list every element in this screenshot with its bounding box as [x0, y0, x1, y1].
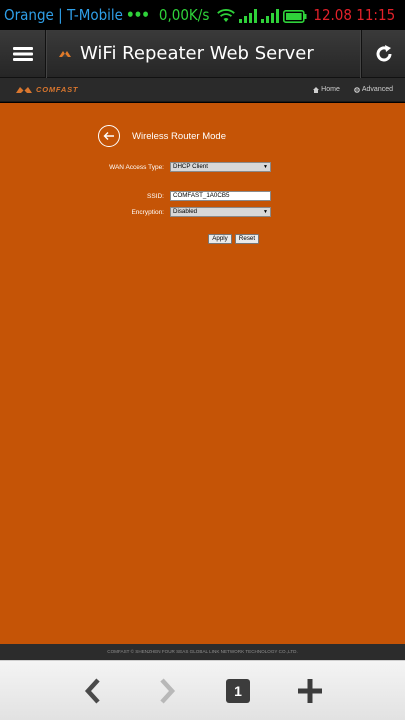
- tabs-button[interactable]: 1: [222, 675, 254, 707]
- back-nav-button[interactable]: [77, 675, 109, 707]
- refresh-icon: [376, 44, 391, 61]
- back-arrow-icon: [103, 132, 114, 140]
- ssid-value: COMFAST_1A0CB5: [173, 192, 230, 199]
- site-nav: COMFAST Home Advanced: [0, 78, 405, 102]
- wan-access-type-select[interactable]: DHCP Client ▼: [170, 162, 271, 172]
- signal-icon: [239, 9, 258, 23]
- ssid-input[interactable]: COMFAST_1A0CB5: [170, 191, 271, 201]
- hamburger-icon: [12, 46, 33, 61]
- network-speed: 0,00K/s: [158, 6, 210, 24]
- app-title: WiFi Repeater Web Server: [80, 43, 314, 64]
- gear-icon: [354, 86, 360, 93]
- main-content: Wireless Router Mode WAN Access Type: DH…: [0, 103, 405, 644]
- app-header: WiFi Repeater Web Server: [0, 29, 405, 78]
- dropdown-arrow-icon: ▼: [263, 209, 268, 215]
- encryption-value: Disabled: [173, 208, 198, 215]
- screen: Orange | T-Mobile ••• 0,00K/s 12.08 11:1…: [0, 0, 405, 720]
- page-title: Wireless Router Mode: [132, 130, 226, 142]
- nav-home-label: Home: [321, 86, 340, 93]
- tab-count-badge: 1: [226, 679, 250, 703]
- brand-name: COMFAST: [36, 85, 79, 94]
- wifi-icon: [217, 9, 236, 22]
- status-bar: Orange | T-Mobile ••• 0,00K/s 12.08 11:1…: [0, 0, 405, 30]
- forward-nav-button[interactable]: [151, 675, 183, 707]
- home-icon: [313, 86, 320, 93]
- nav-links: Home Advanced: [313, 86, 393, 93]
- carrier-text: Orange | T-Mobile: [4, 6, 123, 24]
- nav-advanced-link[interactable]: Advanced: [354, 86, 393, 93]
- back-button[interactable]: [98, 125, 120, 147]
- ssid-label: SSID:: [147, 193, 164, 200]
- page-header: Wireless Router Mode: [98, 125, 226, 147]
- clock: 12.08 11:15: [313, 6, 396, 24]
- nav-advanced-label: Advanced: [361, 86, 393, 93]
- refresh-button[interactable]: [361, 29, 405, 78]
- notification-dots: •••: [126, 6, 150, 24]
- reset-button[interactable]: Reset: [235, 234, 259, 244]
- status-icons: [217, 7, 307, 23]
- new-tab-button[interactable]: [294, 675, 326, 707]
- encryption-select[interactable]: Disabled ▼: [170, 207, 271, 217]
- comfast-logo-icon: [59, 50, 71, 57]
- chevron-right-icon: [160, 678, 176, 704]
- battery-icon: [283, 10, 307, 23]
- apply-button[interactable]: Apply: [208, 234, 232, 244]
- signal-icon: [261, 9, 280, 23]
- wan-access-type-value: DHCP Client: [173, 163, 208, 170]
- chevron-left-icon: [84, 678, 100, 704]
- comfast-logo-icon: [16, 86, 32, 93]
- browser-toolbar: 1: [0, 660, 405, 720]
- menu-button[interactable]: [0, 29, 46, 78]
- plus-icon: [298, 679, 322, 703]
- app-title-area: WiFi Repeater Web Server: [46, 43, 361, 64]
- copyright-footer: COMFAST © SHENZHEN FOUR SEAS GLOBAL LINK…: [0, 644, 405, 660]
- wan-access-type-label: WAN Access Type:: [109, 164, 164, 171]
- encryption-label: Encryption:: [131, 209, 164, 216]
- dropdown-arrow-icon: ▼: [263, 164, 268, 170]
- nav-home-link[interactable]: Home: [313, 86, 340, 93]
- brand-logo[interactable]: COMFAST: [16, 85, 78, 94]
